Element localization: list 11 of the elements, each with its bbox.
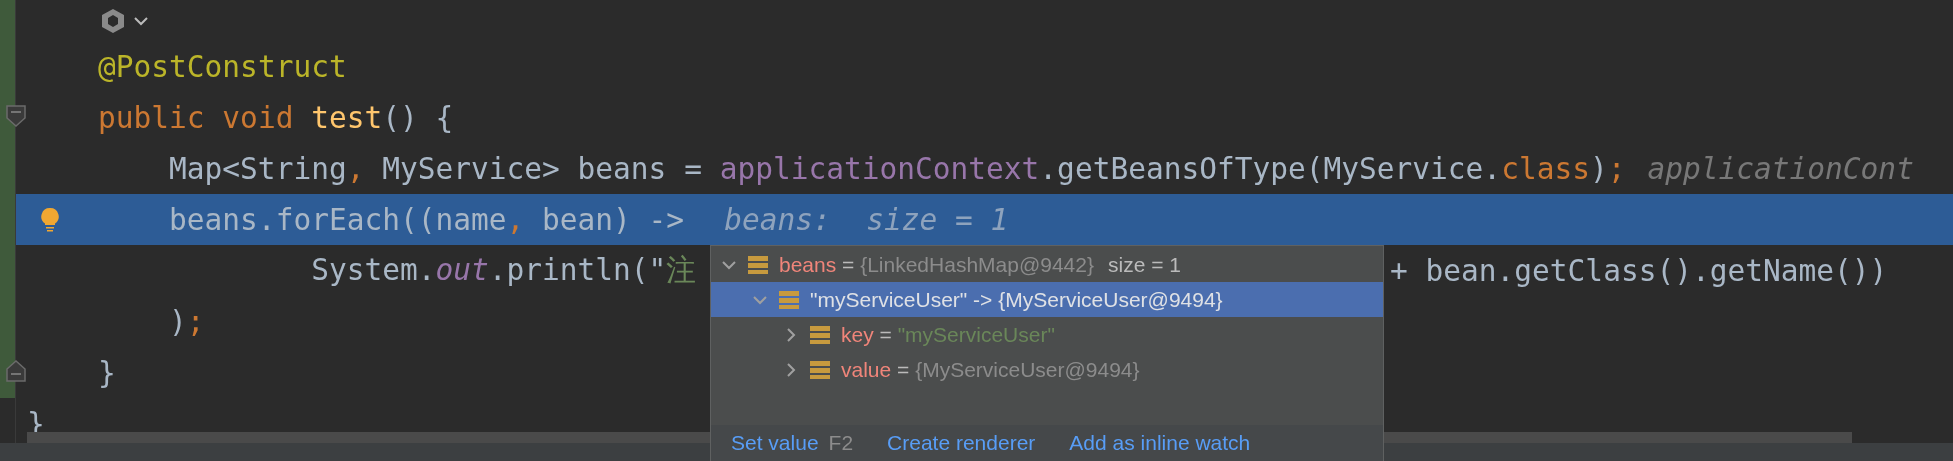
- code-line: }: [98, 355, 116, 390]
- code-line: + bean.getClass().getName()): [1390, 253, 1888, 288]
- inline-value-hint: beans: size = 1: [724, 202, 1009, 237]
- code-line: System.out.println("注: [311, 251, 697, 289]
- shortcut-label: F2: [828, 431, 854, 455]
- inline-value-hint: applicationCont: [1647, 151, 1914, 186]
- code-line: @PostConstruct: [98, 49, 347, 84]
- code-line: );: [169, 304, 205, 339]
- code-line: public void test() {: [98, 100, 454, 135]
- code-line: beans.forEach((name, bean) ->: [169, 202, 685, 237]
- code-line: Map<String, MyService> beans = applicationContext.getBeansOfType(MyService.class);: [169, 151, 1626, 186]
